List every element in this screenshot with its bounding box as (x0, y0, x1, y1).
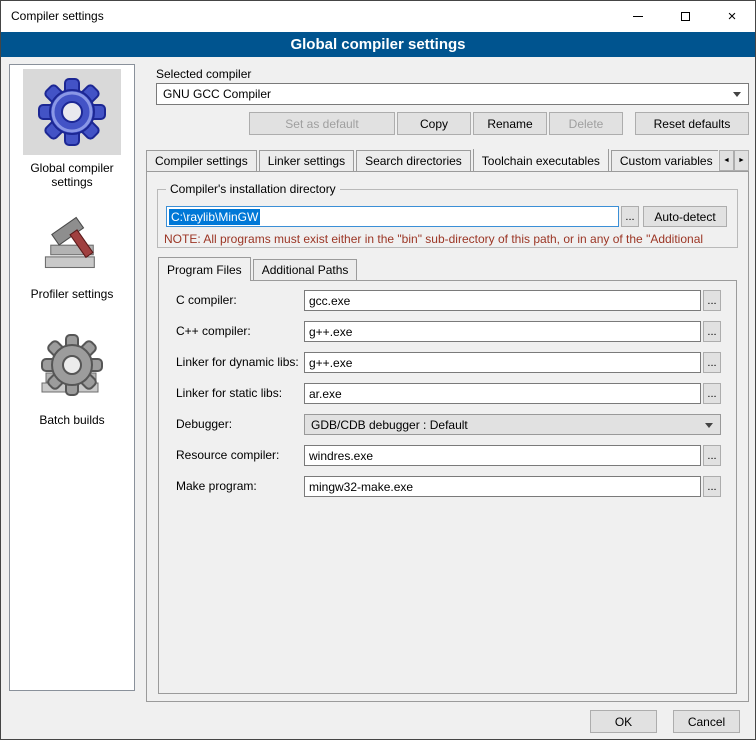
browse-button[interactable]: ... (703, 445, 721, 466)
browse-button[interactable]: ... (703, 352, 721, 373)
selected-text: C:\raylib\MinGW (169, 209, 260, 225)
settings-category-list: Global compiler settings Profiler settin… (9, 64, 135, 691)
cancel-button[interactable]: Cancel (673, 710, 740, 733)
static-linker-input[interactable] (304, 383, 701, 404)
c-compiler-input[interactable] (304, 290, 701, 311)
minimize-icon (633, 16, 643, 17)
ellipsis-icon: ... (707, 482, 716, 492)
close-icon: × (728, 8, 737, 25)
selected-compiler-value: GNU GCC Compiler (163, 87, 271, 101)
browse-button[interactable]: ... (703, 383, 721, 404)
resource-compiler-input[interactable] (304, 445, 701, 466)
ok-button[interactable]: OK (590, 710, 657, 733)
sidebar-item-label: Batch builds (17, 413, 127, 427)
tab-custom-variables[interactable]: Custom variables (611, 150, 718, 171)
settings-tabstrip: Compiler settings Linker settings Search… (146, 149, 718, 171)
groupbox-title: Compiler's installation directory (166, 182, 340, 196)
blue-gear-icon (36, 76, 108, 148)
installation-directory-input[interactable]: C:\raylib\MinGW (166, 206, 619, 227)
rename-button[interactable]: Rename (473, 112, 547, 135)
note-text: NOTE: All programs must exist either in … (164, 232, 740, 246)
field-label: C++ compiler: (176, 324, 251, 338)
ellipsis-icon: ... (707, 358, 716, 368)
tab-scroll-left-button[interactable]: ◄ (719, 150, 734, 171)
sidebar-item-label: Profiler settings (17, 287, 127, 301)
debugger-value: GDB/CDB debugger : Default (311, 418, 468, 432)
chevron-down-icon (705, 423, 713, 428)
ellipsis-icon: ... (707, 327, 716, 337)
field-label: C compiler: (176, 293, 237, 307)
subtab-program-files[interactable]: Program Files (158, 257, 251, 281)
field-label: Resource compiler: (176, 448, 279, 462)
auto-detect-button[interactable]: Auto-detect (643, 206, 727, 227)
minimize-button[interactable] (615, 1, 661, 32)
tab-linker-settings[interactable]: Linker settings (259, 150, 354, 171)
browse-button[interactable]: ... (703, 321, 721, 342)
sidebar-item-batch-builds[interactable] (29, 327, 115, 407)
browse-button[interactable]: ... (703, 290, 721, 311)
close-button[interactable]: × (709, 1, 755, 32)
browse-install-dir-button[interactable]: ... (621, 206, 639, 227)
debugger-select[interactable]: GDB/CDB debugger : Default (304, 414, 721, 435)
delete-button[interactable]: Delete (549, 112, 623, 135)
maximize-button[interactable] (662, 1, 708, 32)
sidebar-item-profiler-settings[interactable] (30, 205, 114, 279)
set-as-default-button[interactable]: Set as default (249, 112, 395, 135)
tab-scroll-right-button[interactable]: ► (734, 150, 749, 171)
make-program-input[interactable] (304, 476, 701, 497)
profiler-hammer-icon (38, 209, 106, 275)
titlebar: Compiler settings × (1, 1, 755, 32)
chevron-down-icon (733, 92, 741, 97)
ellipsis-icon: ... (625, 212, 634, 222)
tab-search-directories[interactable]: Search directories (356, 150, 471, 171)
program-files-tabstrip: Program Files Additional Paths (158, 258, 359, 280)
ellipsis-icon: ... (707, 296, 716, 306)
selected-compiler-dropdown[interactable]: GNU GCC Compiler (156, 83, 749, 105)
page-title: Global compiler settings (1, 32, 755, 57)
maximize-icon (681, 12, 690, 21)
sidebar-item-global-compiler-settings[interactable] (23, 69, 121, 155)
cpp-compiler-input[interactable] (304, 321, 701, 342)
sidebar-item-label: Global compiler settings (17, 161, 127, 189)
field-label: Linker for dynamic libs: (176, 355, 299, 369)
tab-compiler-settings[interactable]: Compiler settings (146, 150, 257, 171)
selected-compiler-label: Selected compiler (156, 67, 251, 81)
copy-button[interactable]: Copy (397, 112, 471, 135)
ellipsis-icon: ... (707, 389, 716, 399)
compiler-settings-dialog: Compiler settings × Global compiler sett… (0, 0, 756, 740)
browse-button[interactable]: ... (703, 476, 721, 497)
reset-defaults-button[interactable]: Reset defaults (635, 112, 749, 135)
field-label: Debugger: (176, 417, 232, 431)
gray-gear-icon (36, 330, 108, 404)
ellipsis-icon: ... (707, 451, 716, 461)
tab-toolchain-executables[interactable]: Toolchain executables (473, 149, 609, 171)
window-title: Compiler settings (11, 1, 104, 32)
dynamic-linker-input[interactable] (304, 352, 701, 373)
field-label: Make program: (176, 479, 257, 493)
subtab-additional-paths[interactable]: Additional Paths (253, 259, 358, 280)
field-label: Linker for static libs: (176, 386, 282, 400)
